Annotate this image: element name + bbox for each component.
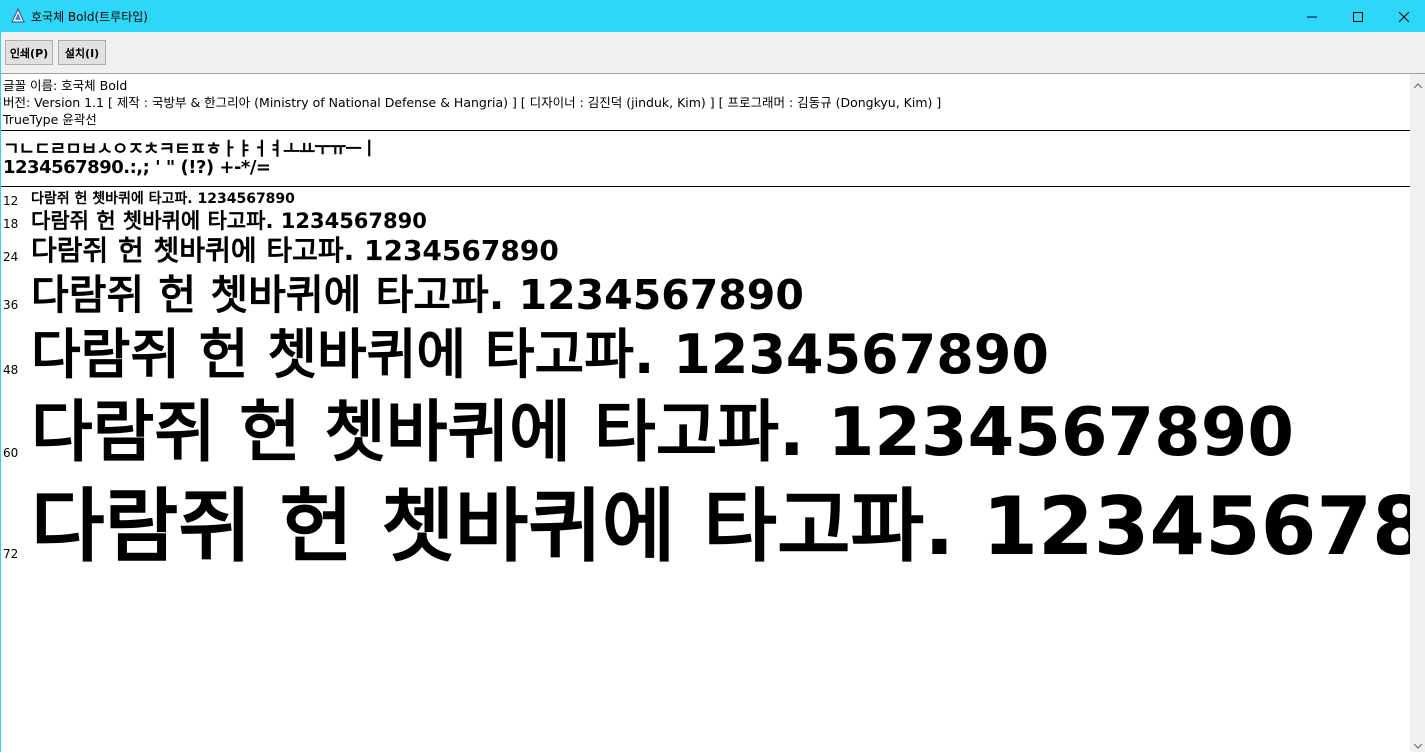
font-app-icon	[10, 7, 26, 24]
font-preview-area[interactable]: 글꼴 이름: 호국체 Bold 버전: Version 1.1 [ 제작 : 국…	[1, 74, 1410, 752]
scroll-down-button[interactable]	[1410, 735, 1425, 752]
install-button[interactable]: 설치(I)	[58, 40, 106, 65]
font-viewer-window: 호국체 Bold(트루타입) 인쇄(P) 설치(I) 글꼴 이름: 호국체 Bo…	[0, 0, 1425, 752]
toolbar: 인쇄(P) 설치(I)	[1, 32, 1425, 74]
sample-text: 다람쥐 헌 쳇바퀴에 타고파. 1234567890	[31, 209, 427, 233]
minimize-button[interactable]	[1289, 0, 1335, 32]
sample-size-label: 72	[3, 547, 19, 561]
maximize-icon	[1353, 7, 1363, 26]
window-title: 호국체 Bold(트루타입)	[31, 10, 148, 24]
charset-symbols-line: 1234567890.:,; ' " (!?) +-*/=	[3, 157, 271, 178]
sample-text: 다람쥐 헌 쳇바퀴에 타고파. 1234567890	[31, 234, 559, 267]
scroll-up-button[interactable]	[1410, 74, 1425, 91]
sample-text: 다람쥐 헌 쳇바퀴에 타고파. 1234567890	[31, 393, 1294, 471]
chevron-up-icon	[1413, 73, 1423, 92]
sample-size-label: 36	[3, 298, 19, 312]
sample-size-label: 12	[3, 194, 19, 208]
divider	[1, 186, 1410, 187]
minimize-icon	[1307, 7, 1317, 26]
maximize-button[interactable]	[1335, 0, 1381, 32]
sample-text: 다람쥐 헌 쳇바퀴에 타고파. 1234567890	[31, 271, 804, 319]
print-button[interactable]: 인쇄(P)	[5, 40, 53, 65]
sample-size-label: 24	[3, 250, 19, 264]
sample-size-label: 48	[3, 363, 19, 377]
sample-text: 다람쥐 헌 쳇바퀴에 타고파. 1234567890	[31, 480, 1410, 573]
close-button[interactable]	[1381, 0, 1425, 32]
sample-size-label: 18	[3, 217, 19, 231]
title-bar[interactable]: 호국체 Bold(트루타입)	[1, 0, 1425, 32]
sample-text: 다람쥐 헌 쳇바퀴에 타고파. 1234567890	[31, 191, 295, 207]
font-version-info: 버전: Version 1.1 [ 제작 : 국방부 & 한그리아 (Minis…	[3, 95, 942, 110]
sample-size-label: 60	[3, 446, 19, 460]
vertical-scrollbar[interactable]	[1410, 74, 1425, 752]
sample-text: 다람쥐 헌 쳇바퀴에 타고파. 1234567890	[31, 323, 1049, 386]
font-type-info: TrueType 윤곽선	[3, 112, 97, 127]
close-icon	[1398, 7, 1410, 26]
divider	[1, 130, 1410, 131]
chevron-down-icon	[1413, 734, 1423, 753]
